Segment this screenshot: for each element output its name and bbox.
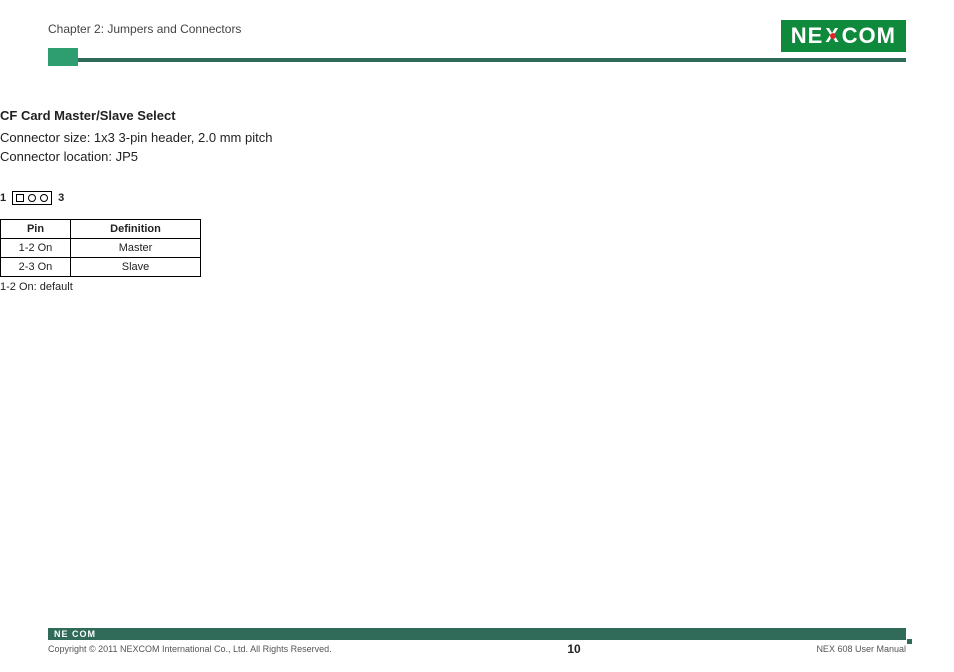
cell-pin: 1-2 On [1, 238, 71, 257]
page-number: 10 [567, 642, 580, 656]
table-footnote: 1-2 On: default [0, 281, 954, 293]
pin-3-circle-icon [40, 194, 48, 202]
footer-corner-icon [902, 634, 912, 644]
connector-location: Connector location: JP5 [0, 148, 954, 167]
th-definition: Definition [71, 219, 201, 238]
table-row: 2-3 On Slave [1, 257, 201, 276]
pin-2-circle-icon [28, 194, 36, 202]
connector-size: Connector size: 1x3 3-pin header, 2.0 mm… [0, 129, 954, 148]
footer-doc-title: NEX 608 User Manual [816, 644, 906, 654]
footer-copyright: Copyright © 2011 NEXCOM International Co… [48, 644, 332, 654]
cell-pin: 2-3 On [1, 257, 71, 276]
brand-logo: NEXCOM [781, 20, 906, 52]
logo-text-pre: NE [791, 23, 824, 49]
header-divider [48, 58, 906, 62]
pin-header-outline [12, 191, 52, 205]
cell-def: Master [71, 238, 201, 257]
page-footer: NE COM Copyright © 2011 NEXCOM Internati… [48, 628, 906, 656]
pin-1-square-icon [16, 194, 24, 202]
pin-label-left: 1 [0, 192, 6, 204]
footer-bar: NE COM [48, 628, 906, 640]
pin-definition-table: Pin Definition 1-2 On Master 2-3 On Slav… [0, 219, 201, 277]
table-row: 1-2 On Master [1, 238, 201, 257]
section-title: CF Card Master/Slave Select [0, 108, 954, 123]
pin-diagram: 1 3 [0, 191, 954, 205]
logo-text-post: COM [842, 23, 896, 49]
logo-x-icon: X [823, 25, 841, 48]
footer-mini-logo: NE COM [54, 629, 96, 639]
pin-label-right: 3 [58, 192, 64, 204]
th-pin: Pin [1, 219, 71, 238]
cell-def: Slave [71, 257, 201, 276]
page-tab-marker [48, 48, 78, 66]
page-content: CF Card Master/Slave Select Connector si… [0, 62, 954, 293]
chapter-title: Chapter 2: Jumpers and Connectors [48, 20, 241, 36]
